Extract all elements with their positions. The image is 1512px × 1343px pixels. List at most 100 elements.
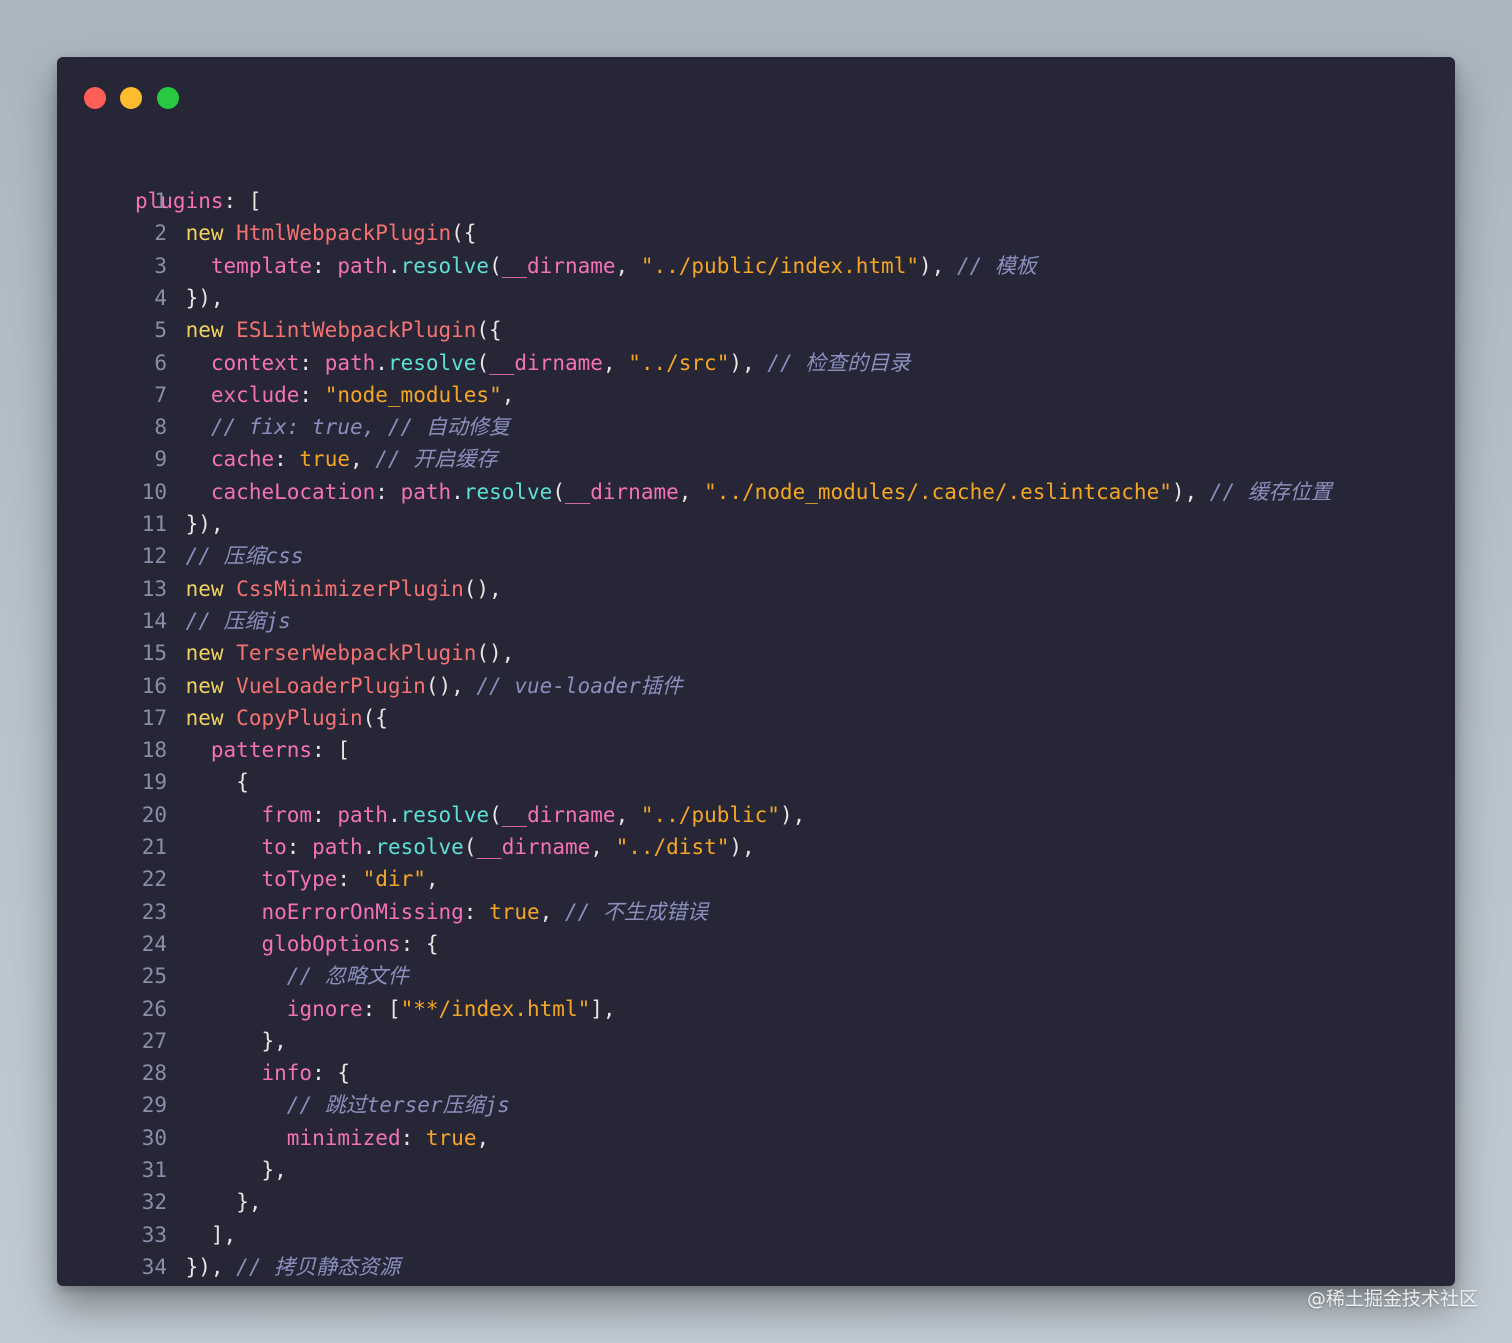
code-token: : { <box>312 1061 351 1086</box>
code-line: 22 toType: "dir", <box>57 863 1455 895</box>
line-number: 8 <box>154 415 167 440</box>
code-token: "../node_modules/.cache/.eslintcache" <box>704 479 1172 504</box>
code-token: ], <box>590 996 616 1021</box>
line-source: minimized: true, <box>287 1122 489 1154</box>
maximize-icon[interactable] <box>157 87 179 109</box>
code-token: resolve <box>463 479 553 504</box>
line-number: 21 <box>141 835 167 859</box>
close-icon[interactable] <box>84 87 106 109</box>
line-number: 9 <box>154 447 167 472</box>
code-token: // 跳过terser压缩js <box>286 1093 510 1118</box>
code-token: // 忽略文件 <box>286 964 409 989</box>
code-token: : <box>337 867 363 892</box>
code-token: . <box>387 802 401 827</box>
code-token: ], <box>210 1222 237 1247</box>
code-token: { <box>236 770 249 795</box>
code-token: }, <box>261 1158 287 1182</box>
code-line: 1 plugins: [ <box>57 185 1455 217</box>
line-number: 23 <box>141 899 167 924</box>
code-token: resolve <box>400 802 490 827</box>
code-token: info <box>261 1061 313 1086</box>
line-source: context: path.resolve(__dirname, "../src… <box>211 347 910 379</box>
code-token: , <box>476 1125 490 1150</box>
line-number: 34 <box>141 1254 167 1279</box>
line-number: 32 <box>141 1190 167 1215</box>
code-token: toType <box>261 867 338 892</box>
code-token: ), <box>779 802 806 827</box>
code-token: resolve <box>400 253 490 278</box>
code-token: // 拷贝静态资源 <box>236 1254 401 1279</box>
code-line: 24 globOptions: { <box>57 928 1455 960</box>
line-source: globOptions: { <box>262 928 439 960</box>
line-source: // 跳过terser压缩js <box>287 1089 510 1121</box>
code-token: (), <box>476 641 515 666</box>
line-number: 5 <box>154 318 167 343</box>
code-token: ), <box>1171 479 1210 504</box>
minimize-icon[interactable] <box>120 87 142 109</box>
code-token: __dirname <box>501 802 616 827</box>
code-line: 29 // 跳过terser压缩js <box>57 1089 1455 1121</box>
code-token: . <box>387 253 401 278</box>
code-line: 3 template: path.resolve(__dirname, "../p… <box>57 250 1455 282</box>
line-source: toType: "dir", <box>262 863 439 895</box>
code-token: // 开启缓存 <box>375 447 498 472</box>
code-token: }), <box>185 285 224 310</box>
code-token: ), <box>729 350 768 375</box>
code-line: 14 // 压缩js <box>57 605 1455 637</box>
code-token: new <box>185 576 237 601</box>
code-line: 13 new CssMinimizerPlugin(), <box>57 573 1455 605</box>
code-token: path <box>324 350 376 375</box>
code-token: : <box>463 899 490 924</box>
line-source: patterns: [ <box>211 734 350 766</box>
line-source: { <box>236 766 249 798</box>
code-token: : <box>299 350 325 375</box>
code-token: : [ <box>223 189 262 213</box>
line-source: to: path.resolve(__dirname, "../dist"), <box>262 831 755 863</box>
line-number: 30 <box>141 1125 167 1150</box>
code-token: __dirname <box>476 835 591 859</box>
code-token: // 压缩css <box>185 544 304 569</box>
code-line: 6 context: path.resolve(__dirname, "../sr… <box>57 347 1455 379</box>
code-token: ignore <box>286 996 363 1021</box>
code-token: path <box>337 802 388 827</box>
code-token: : <box>286 835 313 859</box>
code-line: 11}), <box>57 508 1455 540</box>
code-token: resolve <box>375 835 464 859</box>
code-token: : <box>312 802 338 827</box>
line-number: 25 <box>141 964 167 989</box>
line-source: // 忽略文件 <box>287 960 409 992</box>
code-token: . <box>362 835 376 859</box>
line-number: 6 <box>154 350 167 375</box>
code-line: 19 { <box>57 766 1455 798</box>
code-token: ESLintWebpackPlugin <box>236 318 477 343</box>
line-source: }), // 拷贝静态资源 <box>186 1251 401 1283</box>
code-token: path <box>400 479 452 504</box>
code-token: // 模板 <box>956 253 1037 278</box>
code-token: noErrorOnMissing <box>261 899 464 924</box>
code-line: 8 // fix: true, // 自动修复 <box>57 411 1455 443</box>
line-number: 33 <box>141 1222 167 1247</box>
code-token: }, <box>236 1190 262 1215</box>
line-source: // 压缩css <box>186 540 304 572</box>
code-token: // fix: true, // 自动修复 <box>210 415 510 440</box>
code-token: , <box>615 802 641 827</box>
code-token: : <box>400 1125 426 1150</box>
code-token: , <box>349 447 376 472</box>
code-token: , <box>615 253 641 278</box>
code-token: new <box>185 318 237 343</box>
code-token: . <box>375 350 388 375</box>
code-token: CssMinimizerPlugin <box>236 576 464 601</box>
code-token: HtmlWebpackPlugin <box>236 221 452 246</box>
code-token: // vue-loader插件 <box>476 673 683 698</box>
line-number: 20 <box>141 802 167 827</box>
code-token: , <box>539 899 565 924</box>
line-number: 35 <box>107 1283 167 1286</box>
line-source: // 压缩js <box>186 605 291 637</box>
line-source: ], <box>211 1219 236 1251</box>
code-token: "../src" <box>628 350 730 375</box>
code-token: globOptions <box>261 931 401 956</box>
code-line: 31}, <box>57 1154 1455 1186</box>
code-token: from <box>261 802 313 827</box>
line-source: cacheLocation: path.resolve(__dirname, "… <box>211 476 1332 508</box>
code-token: ( <box>463 835 477 859</box>
